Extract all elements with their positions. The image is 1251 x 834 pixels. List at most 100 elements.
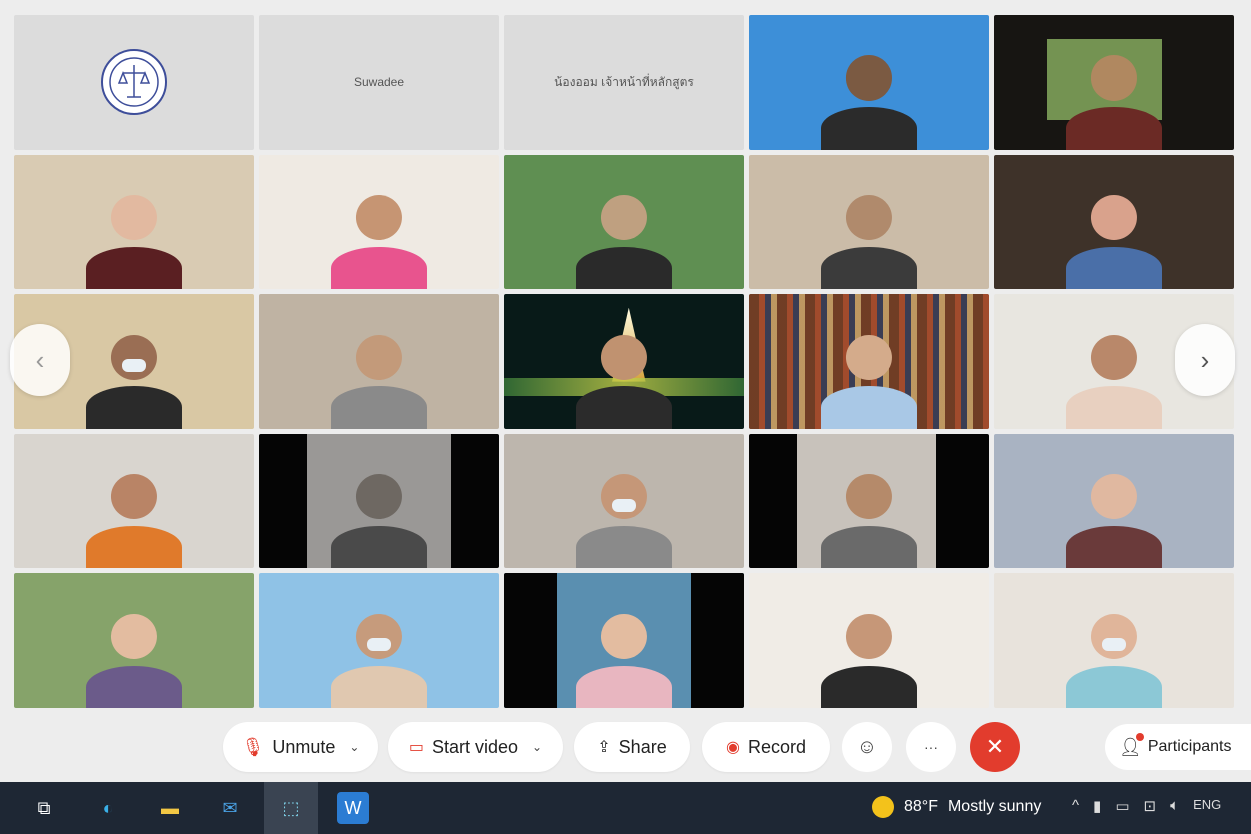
volume-icon[interactable]: 🔈︎: [1170, 797, 1179, 815]
participant-figure: [86, 334, 182, 429]
share-button[interactable]: ⇪ Share: [574, 722, 690, 772]
mail-icon[interactable]: ✉: [214, 792, 246, 824]
share-icon: ⇪: [597, 739, 611, 756]
letterbox-left: [749, 433, 797, 569]
participant-body: [331, 526, 427, 569]
face-mask: [612, 498, 636, 512]
participant-figure: [1066, 474, 1162, 569]
participant-head: [845, 194, 893, 241]
network-icon[interactable]: ⊡: [1144, 797, 1157, 815]
participant-figure: [821, 334, 917, 429]
participant-video-tile[interactable]: [749, 15, 989, 150]
participant-figure: [1066, 334, 1162, 429]
participant-head: [110, 194, 158, 241]
participant-figure: [576, 194, 672, 290]
record-label: Record: [747, 736, 806, 757]
participant-body: [331, 665, 427, 708]
participant-tile-name-only[interactable]: น้องออม เจ้าหน้าที่หลักสูตร: [504, 15, 744, 150]
participant-figure: [86, 474, 182, 569]
participant-tile-logo[interactable]: [14, 15, 254, 150]
participant-head: [845, 55, 893, 101]
participant-head: [1090, 474, 1138, 520]
face-mask: [1102, 638, 1126, 652]
weather-text: Mostly sunny: [947, 798, 1042, 815]
smiley-icon: ☺: [856, 735, 878, 758]
participant-figure: [331, 334, 427, 429]
chevron-down-icon[interactable]: ⌄: [532, 740, 542, 754]
battery-icon[interactable]: ▭: [1115, 797, 1129, 815]
participant-video-tile[interactable]: [14, 433, 254, 569]
participant-body: [331, 246, 427, 290]
more-options-button[interactable]: ···: [906, 722, 956, 772]
letterbox-left: [259, 433, 307, 569]
participant-head: [845, 613, 893, 659]
task-view-icon[interactable]: ⧉: [28, 792, 60, 824]
participant-video-tile[interactable]: [504, 154, 744, 290]
edge-icon[interactable]: ◐: [92, 792, 124, 824]
participant-figure: [1066, 55, 1162, 150]
start-video-button[interactable]: ▭ Start video ⌄: [388, 722, 563, 772]
participant-video-tile[interactable]: [504, 294, 744, 429]
participant-video-tile[interactable]: [749, 433, 989, 569]
participant-figure: [1066, 194, 1162, 290]
participant-body: [821, 526, 917, 569]
participant-video-tile[interactable]: [749, 294, 989, 429]
letterbox-right: [691, 573, 744, 708]
participant-video-tile[interactable]: [14, 573, 254, 708]
participant-video-tile[interactable]: [259, 154, 499, 290]
weather-widget[interactable]: 88°F Mostly sunny: [872, 796, 1041, 818]
chevron-up-icon[interactable]: ^: [1072, 797, 1079, 815]
participant-video-tile[interactable]: [504, 573, 744, 708]
file-explorer-icon[interactable]: ▬: [154, 792, 186, 824]
participant-body: [1066, 246, 1162, 290]
participant-video-tile[interactable]: [259, 433, 499, 569]
letterbox-left: [504, 573, 557, 708]
letterbox-right: [936, 433, 989, 569]
participant-head: [600, 194, 648, 241]
participant-video-tile[interactable]: [504, 433, 744, 569]
participant-tile-name-only[interactable]: Suwadee: [259, 15, 499, 150]
participant-figure: [86, 194, 182, 290]
participant-video-tile[interactable]: [749, 573, 989, 708]
language-indicator[interactable]: ENG: [1193, 797, 1221, 815]
participant-head: [600, 334, 648, 380]
participant-head: [600, 474, 648, 520]
close-icon: ✕: [985, 734, 1005, 759]
participant-body: [86, 246, 182, 290]
participants-button[interactable]: 👤︎ Participants: [1105, 724, 1251, 770]
participant-video-tile[interactable]: [749, 154, 989, 290]
participant-video-tile[interactable]: [994, 573, 1234, 708]
mic-muted-icon: 🎙︎: [241, 736, 265, 757]
participant-figure: [331, 474, 427, 569]
participant-head: [1090, 55, 1138, 101]
participant-figure: [86, 613, 182, 708]
chevron-down-icon[interactable]: ⌄: [349, 740, 359, 754]
participant-figure: [821, 613, 917, 708]
more-icon: ···: [924, 739, 938, 755]
video-off-icon: ▭: [408, 739, 424, 756]
participant-video-tile[interactable]: [994, 15, 1234, 150]
reactions-button[interactable]: ☺: [842, 722, 892, 772]
participant-video-tile[interactable]: [259, 294, 499, 429]
participant-head: [110, 613, 158, 659]
face-mask: [367, 638, 391, 652]
participant-video-tile[interactable]: [259, 573, 499, 708]
participant-figure: [331, 613, 427, 708]
unmute-button[interactable]: 🎙︎ Unmute ⌄: [223, 722, 378, 772]
microphone-icon[interactable]: ▮: [1093, 797, 1101, 815]
prev-page-arrow-icon[interactable]: ‹: [10, 324, 70, 396]
participant-body: [576, 246, 672, 290]
participant-head: [600, 613, 648, 659]
participant-video-tile[interactable]: [994, 433, 1234, 569]
participant-video-tile[interactable]: [14, 154, 254, 290]
participant-head: [1090, 613, 1138, 659]
leave-meeting-button[interactable]: ✕: [970, 722, 1020, 772]
webex-icon[interactable]: ⬚: [275, 792, 307, 824]
next-page-arrow-icon[interactable]: ›: [1175, 324, 1235, 396]
unmute-label: Unmute: [272, 736, 336, 757]
participant-head: [355, 613, 403, 659]
word-app-icon[interactable]: W: [337, 792, 369, 824]
participant-figure: [1066, 613, 1162, 708]
record-button[interactable]: ◉ Record: [702, 722, 830, 772]
participant-video-tile[interactable]: [994, 154, 1234, 290]
